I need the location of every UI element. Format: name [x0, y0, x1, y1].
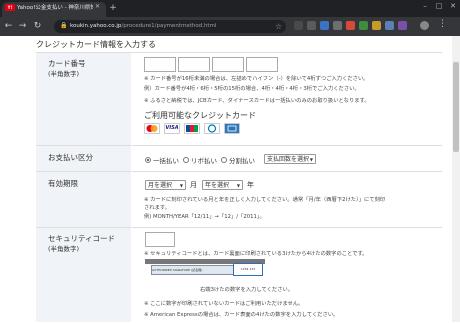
forward-arrow-icon[interactable]: → [17, 20, 28, 32]
maximize-icon[interactable]: □ [432, 0, 446, 13]
extension-icon[interactable] [385, 21, 394, 30]
lock-icon[interactable]: 🔒 [60, 22, 67, 30]
expiry-note: ※ カードに刻印されている月と年を正しく入力してください。通常「月/年（西暦下2… [144, 197, 386, 203]
mastercard-logo [144, 123, 160, 134]
expiry-label-cell: 有効期限 [36, 172, 131, 228]
expiry-month-value: 月を選択 [148, 182, 173, 189]
new-tab-icon[interactable]: + [108, 3, 118, 13]
menu-kebab-icon[interactable]: ⋮ [438, 19, 447, 29]
installment-count-value: 支払回数を選択 [267, 156, 310, 163]
url-path: /procedure1/paymentmethod.html [121, 23, 217, 29]
card-number-note: ※ カード番号が16桁未満の場合は、左詰めでハイフン（-）を除いて4桁ずつご入力… [144, 76, 369, 82]
security-digits-highlight: 1234 123 [233, 263, 263, 276]
installment-count-select[interactable]: 支払回数を選択 ▼ [264, 154, 316, 164]
expiry-month-select[interactable]: 月を選択 ▼ [145, 180, 186, 190]
section-title: クレジットカード情報を入力する [36, 40, 156, 49]
security-code-sub: (半角数字) [48, 245, 80, 253]
extension-icon[interactable] [333, 21, 342, 30]
security-note: ※ ここに数字が印刷されていないカードはご利用いただけません。 [144, 301, 304, 307]
extension-icon[interactable] [320, 21, 329, 30]
revolving-radio[interactable] [183, 157, 189, 163]
lump-sum-radio[interactable] [145, 157, 151, 163]
year-unit: 年 [247, 181, 254, 189]
security-image-caption: 右端3けたの数字を入力してください。 [200, 287, 294, 293]
star-icon[interactable]: ☆ [275, 21, 282, 32]
american-express-logo [224, 123, 240, 134]
payment-label-cell: お支払い区分 [36, 146, 131, 172]
chevron-down-icon: ▼ [236, 183, 240, 188]
card-number-label-cell: カード番号 (半角数字) [36, 53, 131, 146]
extension-icon[interactable] [359, 21, 368, 30]
revolving-label: リボ払い [191, 157, 217, 165]
close-icon[interactable]: ✕ [95, 2, 100, 12]
available-cards-title: ご利用可能なクレジットカード [144, 111, 256, 120]
card-number-input-2[interactable] [178, 57, 210, 72]
reload-icon[interactable]: ↻ [32, 20, 43, 32]
extension-icon[interactable] [294, 21, 303, 30]
yahoo-favicon-icon: Y! [5, 4, 15, 11]
installment-label: 分割払い [229, 157, 255, 165]
extension-icon[interactable] [307, 21, 316, 30]
card-number-input-3[interactable] [212, 57, 244, 72]
card-number-note: ※ ふるさと納税では、JCBカード、ダイナースカードは一括払いのみのお取り扱いと… [144, 98, 370, 104]
profile-avatar-icon[interactable] [420, 21, 429, 30]
installment-radio[interactable] [221, 157, 227, 163]
card-number-note: 例）カード番号が4桁・6桁・5桁の15桁の場合、4桁・4桁・4桁・3桁でご入力く… [144, 86, 360, 92]
url-text[interactable]: koukin.yahoo.co.jp/procedure1/paymentmet… [70, 20, 216, 33]
chevron-down-icon: ▼ [179, 183, 183, 188]
expiry-year-value: 年を選択 [205, 182, 230, 189]
back-arrow-icon[interactable]: ← [3, 20, 14, 32]
url-host: koukin.yahoo.co.jp [70, 23, 122, 29]
signature-panel: AUTHORIZED SIGNATURE (記名欄) [151, 265, 237, 275]
visa-logo: VISA [164, 123, 180, 134]
chevron-down-icon: ▼ [309, 157, 313, 162]
extension-icon[interactable] [346, 21, 355, 30]
security-code-input[interactable] [145, 232, 175, 247]
card-number-input-4[interactable] [246, 57, 278, 72]
expiry-note: 例) MONTH/YEAR「12/11」→「12」/「2011」。 [144, 214, 265, 220]
tab-title: Yahoo!公金支払い - 神奈川県知 [17, 5, 93, 11]
expiry-note: されます。 [144, 205, 170, 211]
extension-icon[interactable] [372, 21, 381, 30]
card-back-image: AUTHORIZED SIGNATURE (記名欄) 1234 123 [145, 259, 265, 281]
diners-club-logo [204, 123, 220, 134]
card-number-input-1[interactable] [144, 57, 176, 72]
scroll-thumb[interactable] [453, 62, 459, 152]
expiry-label: 有効期限 [48, 179, 78, 188]
card-number-sub: (半角数字) [48, 70, 80, 78]
payment-label: お支払い区分 [48, 153, 93, 162]
expiry-year-select[interactable]: 年を選択 ▼ [202, 180, 243, 190]
minimize-icon[interactable]: – [418, 0, 432, 13]
security-note: ※ American Expressの場合は、カード表面の4けたの数字を入力して… [144, 312, 339, 318]
security-note: ※ セキュリティコードとは、カード裏面に印刷されている3けたから4けたの数字のこ… [144, 251, 368, 257]
security-label-cell: セキュリティコード (半角数字) [36, 228, 131, 322]
lump-sum-label: 一括払い [153, 157, 179, 165]
month-unit: 月 [190, 181, 197, 189]
jcb-logo [184, 123, 200, 134]
extension-icon[interactable] [398, 21, 407, 30]
window-close-icon[interactable]: ✕ [446, 0, 460, 13]
